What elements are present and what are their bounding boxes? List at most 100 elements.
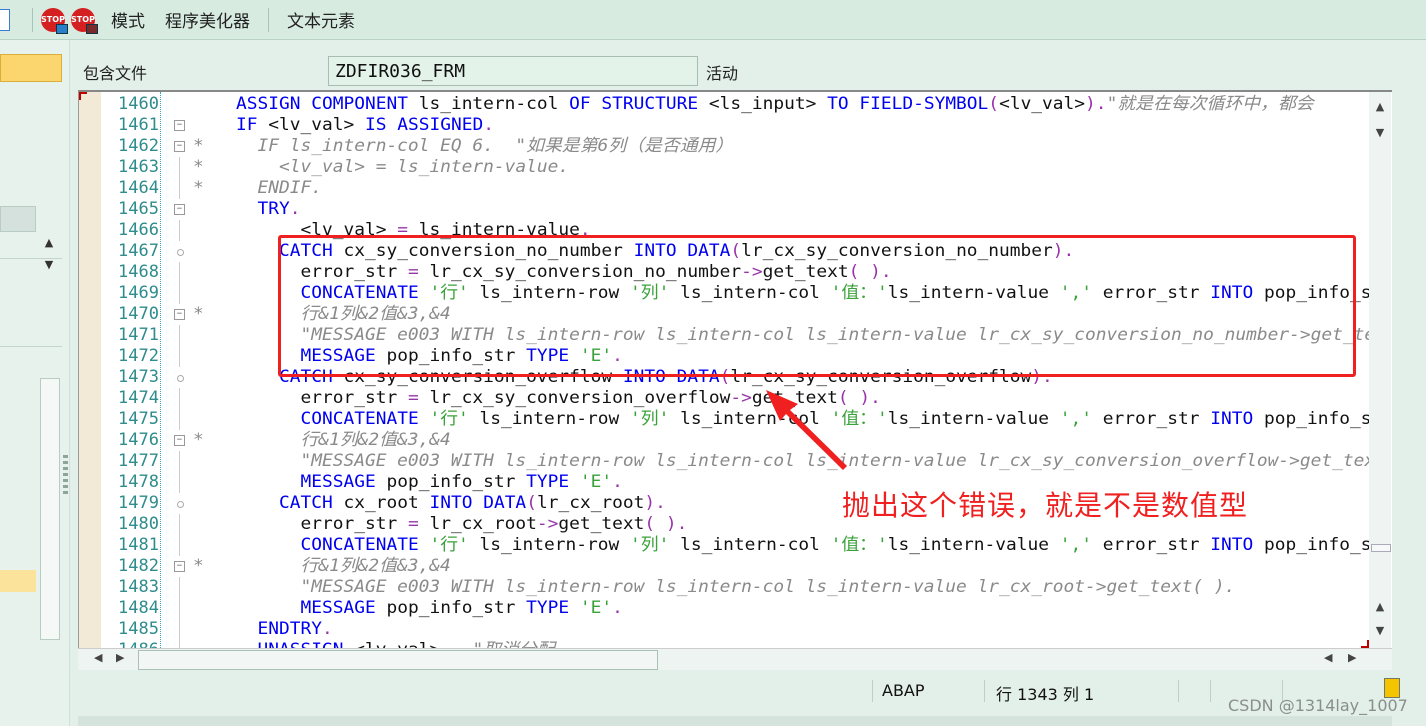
- code-line[interactable]: 1464 * ENDIF.: [101, 178, 1369, 199]
- code-token-kw: IF: [236, 115, 258, 135]
- code-token-op: ->: [536, 514, 559, 534]
- code-token-op: .: [321, 619, 333, 639]
- code-token-kw: MESSAGE: [300, 598, 376, 618]
- line-number: 1481: [118, 535, 159, 555]
- line-number: 1468: [118, 262, 159, 282]
- application-toolbar: STOP STOP 模式 程序美化器 文本元素: [0, 0, 1426, 40]
- toolbar-field-fragment[interactable]: [0, 8, 10, 31]
- line-number: 1477: [118, 451, 159, 471]
- display-object-icon[interactable]: STOP: [41, 7, 68, 34]
- code-text: "MESSAGE e003 WITH ls_intern-row ls_inte…: [193, 451, 1369, 472]
- fold-guide: [174, 157, 185, 178]
- code-line[interactable]: 1465 TRY.: [101, 199, 1369, 220]
- code-token-str: ',': [1059, 535, 1092, 555]
- scroll-down-icon[interactable]: ▼: [1369, 126, 1391, 146]
- code-token-str: ',': [1059, 409, 1092, 429]
- code-token-cm: "就是在每次循环中，都会: [1106, 94, 1314, 114]
- scroll-thumb[interactable]: [40, 378, 60, 640]
- code-token-op: ( ).: [644, 514, 688, 534]
- scroll-down-icon[interactable]: ▼: [38, 258, 60, 280]
- scroll-up-icon[interactable]: ▲: [38, 236, 60, 258]
- code-line[interactable]: 1474 error_str = lr_cx_sy_conversion_ove…: [101, 388, 1369, 409]
- notebook-icon[interactable]: [1384, 678, 1400, 698]
- code-token-kw: CONCATENATE: [300, 409, 419, 429]
- pattern-button[interactable]: 模式: [101, 7, 155, 32]
- code-token-id: [193, 535, 300, 555]
- fold-guide: [174, 514, 185, 535]
- code-line[interactable]: 1482 * 行&1列&2值&3,&4: [101, 556, 1369, 577]
- code-line[interactable]: 1477 "MESSAGE e003 WITH ls_intern-row ls…: [101, 451, 1369, 472]
- code-line[interactable]: 1481 CONCATENATE '行' ls_intern-row '列' l…: [101, 535, 1369, 556]
- line-number: 1467: [118, 241, 159, 261]
- code-text: MESSAGE pop_info_str TYPE 'E'.: [193, 472, 622, 493]
- fold-guide: [174, 493, 185, 514]
- vertical-scrollbar[interactable]: ▲ ▼ ▲ ▼: [1369, 92, 1391, 648]
- text-elements-button[interactable]: 文本元素: [277, 7, 365, 32]
- fold-guide: [174, 451, 185, 472]
- code-line[interactable]: 1462 * IF ls_intern-col EQ 6. "如果是第6列（是否通…: [101, 136, 1369, 157]
- code-line[interactable]: 1485 ENDTRY.: [101, 619, 1369, 640]
- scroll-up-icon[interactable]: ▲: [1369, 100, 1391, 120]
- include-name-field[interactable]: ZDFIR036_FRM: [328, 56, 698, 86]
- selected-tree-node[interactable]: [0, 570, 36, 592]
- include-label: 包含文件: [83, 64, 148, 83]
- fold-toggle-icon[interactable]: [174, 199, 185, 220]
- code-text: CATCH cx_root INTO DATA(lr_cx_root).: [193, 493, 666, 514]
- line-number: 1475: [118, 409, 159, 429]
- code-token-id: [193, 367, 279, 387]
- page-down-icon[interactable]: ▼: [1369, 624, 1391, 644]
- scroll-right-icon[interactable]: ▶: [1348, 651, 1356, 664]
- toolbar-separator: [32, 7, 33, 32]
- pretty-printer-button[interactable]: 程序美化器: [155, 7, 260, 32]
- code-text: ASSIGN COMPONENT ls_intern-col OF STRUCT…: [193, 94, 1314, 115]
- navigator-tab[interactable]: [0, 54, 62, 82]
- fold-guide: [174, 220, 185, 241]
- code-line[interactable]: 1484 MESSAGE pop_info_str TYPE 'E'.: [101, 598, 1369, 619]
- code-token-str: '行': [418, 535, 469, 555]
- code-token-id: ls_intern-col: [669, 409, 831, 429]
- activation-status: 活动: [706, 64, 739, 83]
- bottom-splitter[interactable]: [78, 716, 1392, 726]
- scroll-thumb[interactable]: [1371, 544, 1391, 552]
- code-line[interactable]: 1463 * <lv_val> = ls_intern-value.: [101, 157, 1369, 178]
- fold-toggle-icon[interactable]: [174, 430, 185, 451]
- code-text: TRY.: [193, 199, 300, 220]
- code-line[interactable]: 1460 ASSIGN COMPONENT ls_intern-col OF S…: [101, 94, 1369, 115]
- code-token-id: pop_info_str: [1263, 409, 1369, 429]
- horizontal-scrollbar[interactable]: ◀ ▶ ◀ ▶: [78, 648, 1392, 670]
- line-number: 1465: [118, 199, 159, 219]
- code-line[interactable]: 1483 "MESSAGE e003 WITH ls_intern-row ls…: [101, 577, 1369, 598]
- fold-toggle-icon[interactable]: [174, 115, 185, 136]
- scroll-right-icon[interactable]: ▶: [116, 651, 124, 664]
- fold-guide: [174, 388, 185, 409]
- stop-object-icon[interactable]: STOP: [71, 7, 98, 34]
- fold-toggle-icon[interactable]: [174, 304, 185, 325]
- code-token-kw: CONCATENATE: [300, 535, 419, 555]
- scroll-thumb[interactable]: [138, 650, 658, 670]
- fold-guide: [174, 262, 185, 283]
- code-token-cm: * IF ls_intern-col EQ 6. "如果是第6列（是否通用）: [193, 136, 734, 156]
- code-line[interactable]: 1476 * 行&1列&2值&3,&4: [101, 430, 1369, 451]
- code-text: error_str = lr_cx_sy_conversion_overflow…: [193, 388, 881, 409]
- fold-toggle-icon[interactable]: [174, 136, 185, 157]
- code-line[interactable]: 1475 CONCATENATE '行' ls_intern-row '列' l…: [101, 409, 1369, 430]
- fold-guide: [174, 619, 185, 640]
- page-up-icon[interactable]: ▲: [1369, 600, 1391, 620]
- code-token-kw: OF STRUCTURE: [569, 94, 699, 114]
- code-token-str: '列': [630, 409, 670, 429]
- code-token-id: [193, 199, 257, 219]
- line-number: 1471: [118, 325, 159, 345]
- code-token-op: ( ).: [837, 388, 881, 408]
- code-token-cm: * ENDIF.: [193, 178, 322, 198]
- fold-toggle-icon[interactable]: [174, 556, 185, 577]
- splitter-handle[interactable]: [63, 455, 68, 495]
- scroll-left-icon[interactable]: ◀: [94, 651, 102, 664]
- fold-guide: [174, 241, 185, 262]
- code-token-id: <lv_val>: [999, 94, 1086, 114]
- code-line[interactable]: 1461 IF <lv_val> IS ASSIGNED.: [101, 115, 1369, 136]
- code-token-id: [193, 598, 300, 618]
- scroll-left-icon[interactable]: ◀: [1324, 651, 1332, 664]
- line-number: 1480: [118, 514, 159, 534]
- navigator-scrollbar[interactable]: ▲ ▼: [38, 236, 60, 646]
- line-number: 1462: [118, 136, 159, 156]
